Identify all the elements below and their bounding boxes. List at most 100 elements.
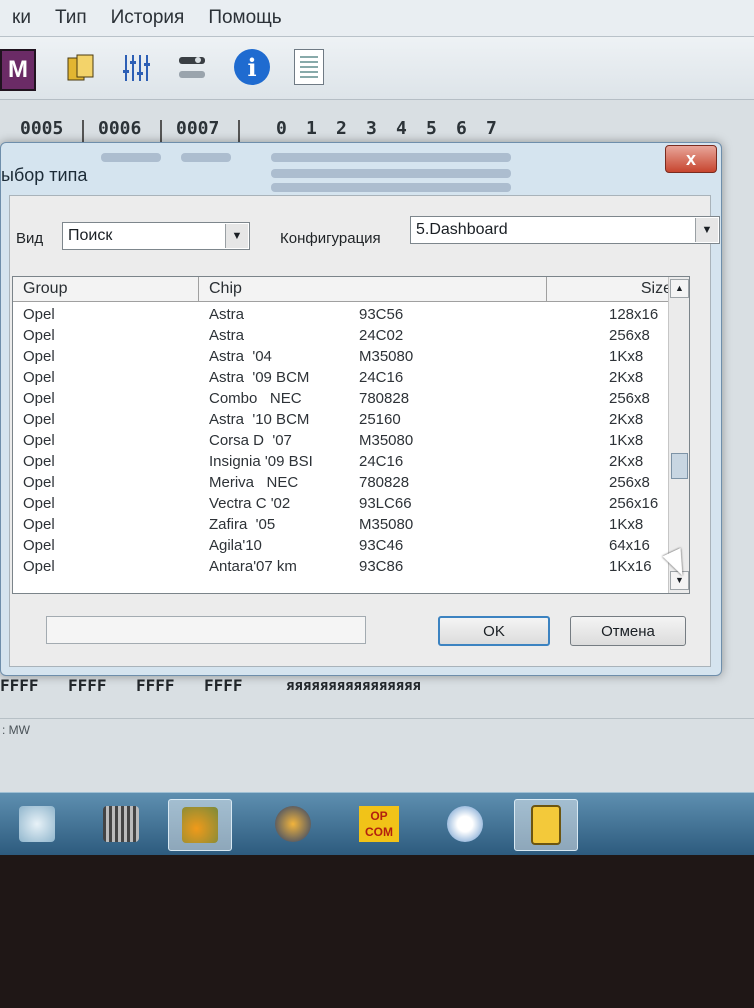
hex-cell: FFFF — [136, 676, 175, 695]
ok-button[interactable]: OK — [438, 616, 550, 646]
group-cell: Opel — [23, 390, 55, 407]
size-cell: 1Kx16 — [609, 558, 652, 575]
separator — [160, 120, 162, 142]
column-header-chip[interactable]: Chip — [199, 277, 547, 301]
table-row[interactable]: Opel Combo NEC 780828 256x8 — [13, 389, 669, 410]
table-row[interactable]: Opel Meriva NEC 780828 256x8 — [13, 473, 669, 494]
chip-cell: Astra '10 BCM — [209, 411, 310, 428]
chip-cell: Astra '04 — [209, 348, 272, 365]
table-row[interactable]: Opel Astra '10 BCM 25160 2Kx8 — [13, 410, 669, 431]
taskbar-app[interactable] — [6, 799, 68, 849]
view-select[interactable]: Поиск ▼ — [62, 222, 250, 250]
chip-list[interactable]: Group Chip Size Opel Astra 93C56 128x16 Opel… — [12, 276, 690, 594]
chip-icon — [531, 805, 561, 845]
app-icon — [19, 806, 55, 842]
hex-cell: FFFF — [0, 676, 39, 695]
chip-code-cell: 780828 — [359, 474, 410, 491]
chip-cell: Insignia '09 BSI — [209, 453, 313, 470]
chip-cell: Combo NEC — [209, 390, 302, 407]
dialog-title: ыбор типа — [1, 165, 88, 185]
blurred-text — [271, 169, 511, 178]
table-row[interactable]: Opel Insignia '09 BSI 24C16 2Kx8 — [13, 452, 669, 473]
chevron-down-icon[interactable]: ▼ — [225, 224, 248, 248]
list-header: Group Chip Size — [13, 277, 681, 302]
teamviewer-icon — [447, 806, 483, 842]
column-digit: 5 — [426, 118, 437, 139]
menu-item-history[interactable]: История — [99, 7, 197, 29]
equalizer-icon[interactable] — [118, 49, 156, 87]
chip-cell: Astra '09 BCM — [209, 369, 310, 386]
chip-code-cell: M35080 — [359, 348, 414, 365]
barcode-icon — [103, 806, 139, 842]
table-row[interactable]: Opel Antara'07 km 93C86 1Kx16 — [13, 557, 669, 578]
hex-address: 0005 — [20, 118, 64, 139]
view-label: Вид — [16, 230, 44, 247]
chip-code-cell: 24C02 — [359, 327, 404, 344]
menu-item-type[interactable]: Тип — [43, 7, 99, 29]
column-digit: 2 — [336, 118, 347, 139]
size-cell: 256x8 — [609, 390, 650, 407]
notepad-icon[interactable] — [294, 49, 324, 85]
blurred-text — [271, 183, 511, 192]
group-cell: Opel — [23, 411, 55, 428]
cancel-button[interactable]: Отмена — [570, 616, 686, 646]
scroll-up-icon[interactable]: ▲ — [670, 279, 689, 298]
hex-cell: FFFF — [204, 676, 243, 695]
taskbar-app[interactable] — [90, 799, 152, 849]
column-header-group[interactable]: Group — [13, 277, 199, 301]
blurred-text — [181, 153, 231, 162]
column-digit: 6 — [456, 118, 467, 139]
taskbar-app[interactable] — [514, 799, 578, 851]
opcom-icon: OP COM — [359, 806, 399, 842]
table-row[interactable]: Opel Zafira '05 M35080 1Kx8 — [13, 515, 669, 536]
m-icon[interactable]: M — [0, 49, 36, 91]
close-button[interactable]: x — [665, 145, 717, 173]
taskbar-app[interactable] — [168, 799, 232, 851]
dialog-body: Вид Поиск ▼ Конфигурация 5.Dashboard ▼ G… — [9, 195, 720, 667]
menu-item-help[interactable]: Помощь — [196, 7, 293, 29]
chip-cell: Corsa D '07 — [209, 432, 292, 449]
chip-code-cell: 780828 — [359, 390, 410, 407]
info-icon[interactable]: i — [234, 49, 270, 85]
size-cell: 2Kx8 — [609, 453, 644, 470]
scroll-thumb[interactable] — [671, 453, 688, 479]
hex-cell: FFFF — [68, 676, 107, 695]
column-digit: 0 — [276, 118, 287, 139]
hex-header: 0005 0006 0007 0 1 2 3 4 5 6 7 — [0, 118, 754, 144]
chevron-down-icon[interactable]: ▼ — [695, 218, 718, 242]
table-row[interactable]: Opel Agila'10 93C46 64x16 — [13, 536, 669, 557]
folder-icon[interactable] — [62, 49, 100, 87]
globe-icon — [275, 806, 311, 842]
settings-tool-icon[interactable] — [174, 49, 212, 87]
taskbar-app-opcom[interactable]: OP COM — [348, 799, 410, 849]
app-icon — [182, 807, 218, 843]
table-row[interactable]: Opel Vectra C '02 93LC66 256x16 — [13, 494, 669, 515]
size-cell: 64x16 — [609, 537, 650, 554]
column-digit: 4 — [396, 118, 407, 139]
column-header-size[interactable]: Size — [547, 277, 681, 301]
progress-bar — [46, 616, 366, 644]
size-cell: 2Kx8 — [609, 369, 644, 386]
column-digit: 1 — [306, 118, 317, 139]
group-cell: Opel — [23, 558, 55, 575]
menu-item-file[interactable]: ки — [0, 7, 43, 29]
table-row[interactable]: Opel Astra '04 M35080 1Kx8 — [13, 347, 669, 368]
group-cell: Opel — [23, 537, 55, 554]
chip-cell: Vectra C '02 — [209, 495, 291, 512]
taskbar-app[interactable] — [262, 799, 324, 849]
table-row[interactable]: Opel Astra 93C56 128x16 — [13, 305, 669, 326]
separator — [82, 120, 84, 142]
table-row[interactable]: Opel Astra 24C02 256x8 — [13, 326, 669, 347]
type-select-dialog: ыбор типа x Вид Поиск ▼ Конфигурация 5.D… — [0, 142, 722, 676]
table-row[interactable]: Opel Astra '09 BCM 24C16 2Kx8 — [13, 368, 669, 389]
configuration-select[interactable]: 5.Dashboard ▼ — [410, 216, 720, 244]
taskbar-app[interactable] — [434, 799, 496, 849]
group-cell: Opel — [23, 327, 55, 344]
table-row[interactable]: Opel Corsa D '07 M35080 1Kx8 — [13, 431, 669, 452]
list-scrollbar[interactable]: ▲ ▼ — [668, 277, 689, 593]
hex-address: 0007 — [176, 118, 220, 139]
size-cell: 128x16 — [609, 306, 659, 323]
opcom-label: COM — [365, 825, 393, 839]
column-digit: 3 — [366, 118, 377, 139]
ascii-column: яяяяяяяяяяяяяяяя — [286, 678, 421, 694]
